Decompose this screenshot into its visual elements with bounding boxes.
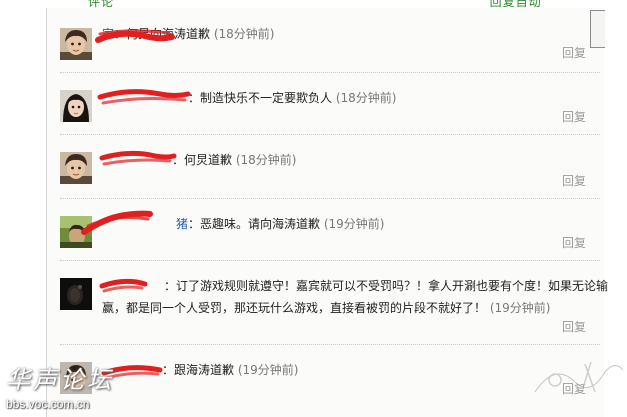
comment-divider	[60, 72, 600, 73]
comment-item: ：订了游戏规则就遵守！嘉宾就可以不受罚吗？！拿人开涮也要有个度！如果无论输 赢，…	[46, 272, 608, 342]
comment-time: (19分钟前)	[323, 217, 385, 231]
user-avatar[interactable]	[60, 28, 92, 60]
comment-text: ：制造快乐不一定要欺负人	[188, 91, 333, 105]
avatar-girl-icon	[60, 90, 92, 122]
username-link[interactable]: 猪	[176, 217, 188, 231]
comment-divider	[60, 260, 600, 261]
reply-button[interactable]: 回复	[562, 108, 586, 125]
comment-item: 猪：恶趣味。请向海涛道歉 (19分钟前) 回复	[46, 210, 603, 260]
user-avatar[interactable]	[60, 278, 92, 310]
avatar-boy-1-icon	[60, 28, 92, 60]
top-link-comment[interactable]: 评论	[88, 0, 114, 8]
avatar-green-icon	[60, 216, 92, 248]
comment-time: (18分钟前)	[235, 153, 297, 167]
comment-text: ：恶趣味。请向海涛道歉	[188, 217, 321, 231]
avatar-dark-icon	[60, 278, 92, 310]
comment-item: ：何炅道歉 (18分钟前) 回复	[46, 146, 603, 198]
site-watermark: 华声论坛 bbs.voc.com.cn	[0, 360, 130, 417]
comment-time: (19分钟前)	[237, 363, 299, 377]
reply-button[interactable]: 回复	[562, 172, 586, 189]
top-strip: 评论 回复自动	[0, 0, 627, 8]
reply-button[interactable]: 回复	[562, 234, 586, 251]
top-link-auto-reply[interactable]: 回复自动	[490, 0, 542, 8]
comment-time: (19分钟前)	[489, 301, 551, 315]
watermark-logo-icon	[533, 361, 625, 393]
comment-text: ：跟海涛道歉	[162, 363, 235, 377]
reply-button[interactable]: 回复	[562, 44, 586, 61]
avatar-boy-1-icon	[60, 152, 92, 184]
user-avatar[interactable]	[60, 152, 92, 184]
comment-time: (18分钟前)	[335, 91, 397, 105]
comment-text: ：何炅向海涛道歉	[114, 27, 211, 41]
comment-text: ：订了游戏规则就遵守！嘉宾就可以不受罚吗？！拿人开涮也要有个度！如果无论输	[164, 279, 609, 293]
user-avatar[interactable]	[60, 216, 92, 248]
comment-item: 家：何炅向海涛道歉 (18分钟前) 回复	[46, 24, 603, 72]
comment-divider	[60, 344, 600, 345]
watermark-title: 华声论坛	[6, 366, 114, 394]
reply-button[interactable]: 回复	[562, 318, 586, 335]
user-avatar[interactable]	[60, 90, 92, 122]
comment-divider	[60, 198, 600, 199]
comment-time: (18分钟前)	[213, 27, 275, 41]
username-link[interactable]: 家	[102, 27, 114, 41]
comment-divider	[60, 134, 600, 135]
comment-text-continued: 赢，都是同一个人受罚，那还玩什么游戏，直接看被罚的片段不就好了！	[102, 301, 487, 315]
comment-item: ：制造快乐不一定要欺负人 (18分钟前) 回复	[46, 84, 603, 134]
watermark-url: bbs.voc.com.cn	[6, 397, 90, 411]
comment-text: ：何炅道歉	[172, 153, 233, 167]
